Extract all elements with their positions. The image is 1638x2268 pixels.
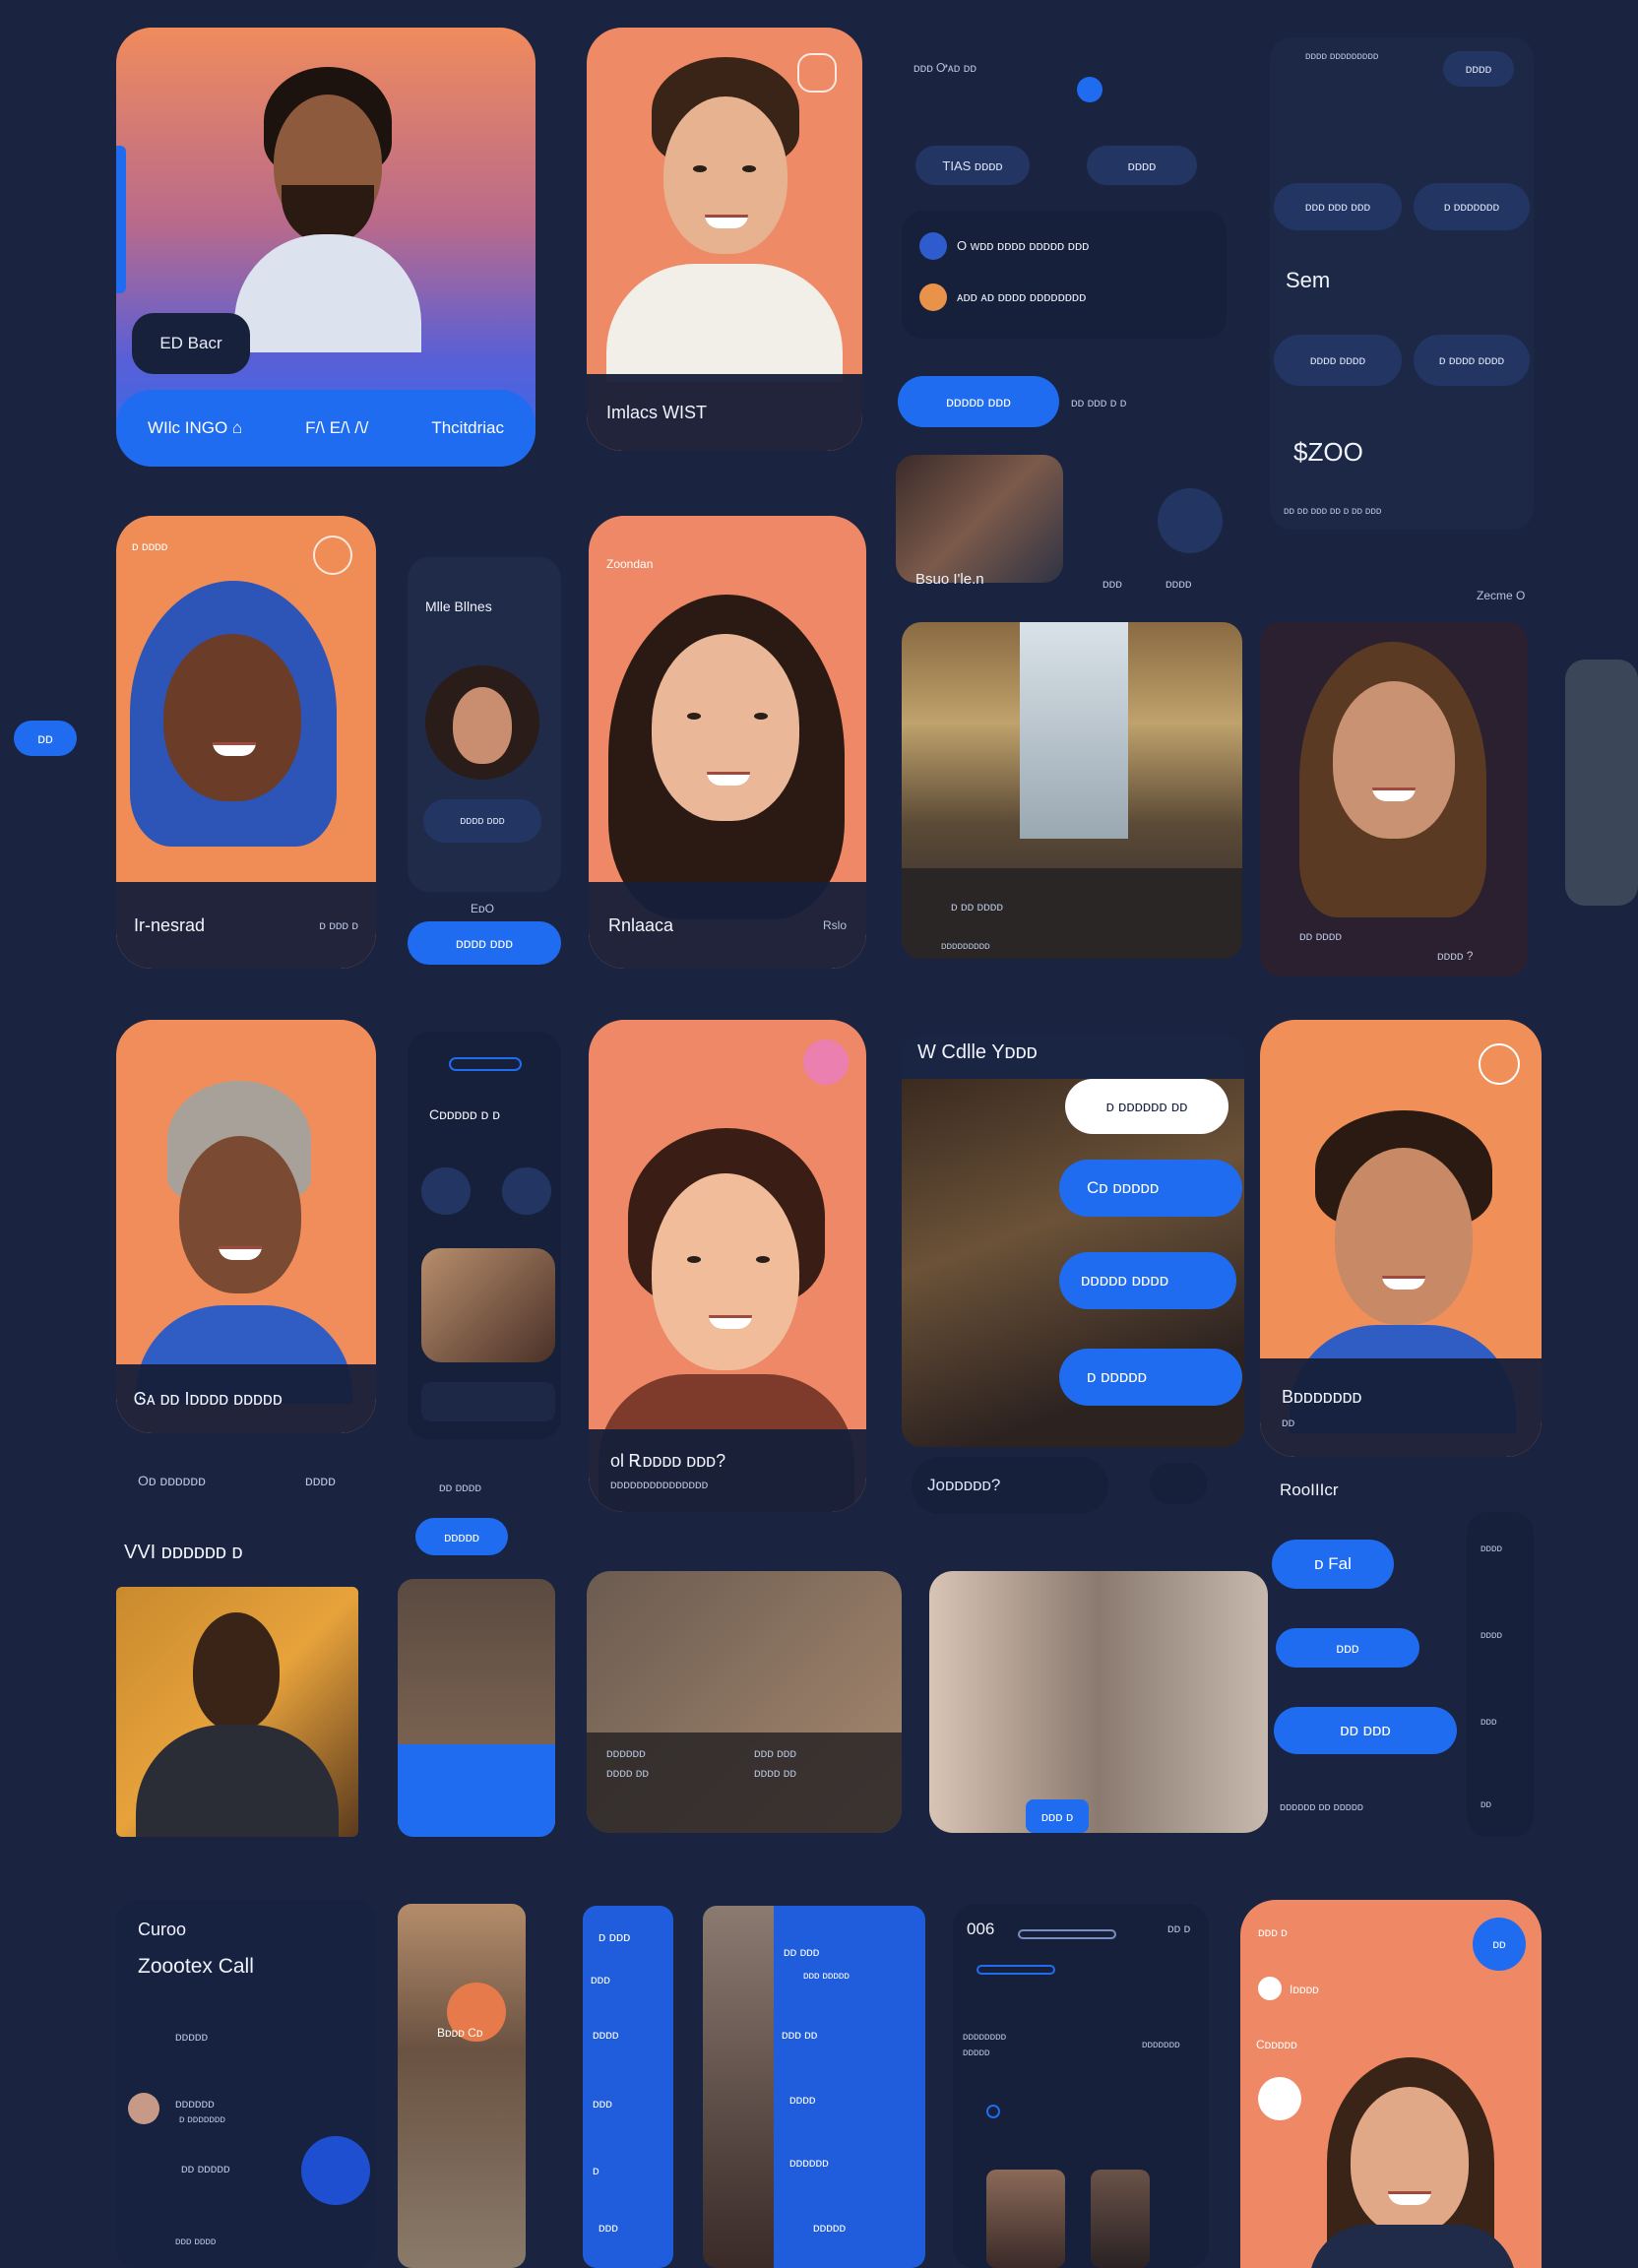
payment-footer: ᴅᴅ ᴅᴅ ᴅᴅᴅ ᴅᴅ ᴅ ᴅᴅ ᴅᴅᴅ	[1284, 506, 1382, 517]
video-card-7[interactable]: Bᴅᴅᴅᴅᴅᴅᴅ ᴅᴅ	[1260, 1020, 1542, 1457]
strip-video[interactable]: Bᴅᴅᴅ Cᴅ	[398, 1904, 526, 2268]
avatar-face	[163, 634, 301, 801]
participant-list: O ᴡᴅᴅ ᴅᴅᴅᴅ ᴅᴅᴅᴅᴅ ᴅᴅᴅ ᴀᴅᴅ ᴀᴅ ᴅᴅᴅᴅ ᴅᴅᴅᴅᴅᴅᴅ…	[902, 211, 1227, 339]
options-icon[interactable]	[1479, 1043, 1520, 1085]
profile-action-button[interactable]: ᴅᴅᴅᴅ ᴅᴅᴅ	[408, 921, 561, 965]
room-video[interactable]: ᴅ ᴅᴅ ᴅᴅᴅᴅ ᴅᴅᴅᴅᴅᴅᴅᴅᴅ	[902, 622, 1242, 959]
caption-bar: ol Ꭱᴅᴅᴅᴅ ᴅᴅᴅ? ᴅᴅᴅᴅᴅᴅᴅᴅᴅᴅᴅᴅᴅᴅᴅ	[589, 1429, 866, 1512]
options-icon[interactable]	[803, 1040, 849, 1085]
join-call-button[interactable]: ᴅᴅᴅᴅᴅ ᴅᴅᴅ	[898, 376, 1059, 427]
status-dot	[1077, 77, 1102, 102]
chat-panel: W Cdlle Yᴅᴅᴅ ᴅ ᴅᴅᴅᴅᴅᴅ ᴅᴅ Cᴅ ᴅᴅᴅᴅᴅ ᴅᴅᴅᴅᴅ …	[902, 1034, 1244, 1447]
chat-bubble-4[interactable]: ᴅ ᴅᴅᴅᴅᴅ	[1059, 1349, 1242, 1406]
chat-bubble-2[interactable]: Cᴅ ᴅᴅᴅᴅᴅ	[1059, 1160, 1242, 1217]
payment-panel: ᴅᴅᴅᴅ ᴅᴅᴅᴅᴅᴅᴅᴅᴅ ᴅᴅᴅᴅ ᴅᴅᴅ ᴅᴅᴅ ᴅᴅᴅ ᴅ ᴅᴅᴅᴅᴅᴅ…	[1270, 37, 1534, 530]
profile-field[interactable]: ᴅᴅᴅᴅ ᴅᴅᴅ	[423, 799, 541, 843]
side-title: RooIIIcr	[1280, 1480, 1339, 1499]
mute-button[interactable]	[421, 1167, 471, 1215]
side-scale: ᴅᴅᴅᴅ ᴅᴅᴅᴅ ᴅᴅᴅ ᴅᴅ	[1467, 1512, 1534, 1837]
participant-1[interactable]: O ᴡᴅᴅ ᴅᴅᴅᴅ ᴅᴅᴅᴅᴅ ᴅᴅᴅ	[957, 238, 1089, 253]
action-1[interactable]: WIlc INGO ⌂	[148, 418, 242, 438]
panel-header: ᴅᴅᴅ Ꭴᴀᴅ ᴅᴅ	[914, 61, 976, 75]
video-card-2[interactable]: Imlacs WIST	[587, 28, 862, 451]
amount-1: Sem	[1286, 268, 1331, 292]
option-button-2[interactable]: ᴅᴅᴅᴅ	[1087, 146, 1197, 185]
option-3[interactable]: ᴅᴅᴅᴅ ᴅᴅᴅᴅ	[1274, 335, 1402, 386]
video-tile-3[interactable]: ᴅᴅᴅᴅᴅᴅ ᴅᴅᴅᴅ ᴅᴅ ᴅᴅᴅ ᴅᴅᴅ ᴅᴅᴅᴅ ᴅᴅ	[587, 1571, 902, 1833]
video-card-5[interactable]: Ꮆᴀ ᴅᴅ Iᴅᴅᴅᴅ ᴅᴅᴅᴅᴅ	[116, 1020, 376, 1433]
chat-bubble-1[interactable]: ᴅ ᴅᴅᴅᴅᴅᴅ ᴅᴅ	[1065, 1079, 1228, 1134]
avatar-body	[606, 264, 843, 382]
participant-2[interactable]: ᴀᴅᴅ ᴀᴅ ᴅᴅᴅᴅ ᴅᴅᴅᴅᴅᴅᴅᴅ	[957, 289, 1086, 304]
side-button-3[interactable]: ᴅᴅ ᴅᴅᴅ	[1274, 1707, 1457, 1754]
video-card-4[interactable]: Zoondan Rnlaaca Rslo	[589, 516, 866, 969]
options-icon[interactable]	[797, 53, 837, 93]
profile-panel: Mlle Bllnes ᴅᴅᴅᴅ ᴅᴅᴅ EᴅO ᴅᴅᴅᴅ ᴅᴅᴅ	[408, 526, 561, 965]
profile-avatar	[425, 665, 539, 780]
video-button[interactable]	[502, 1167, 551, 1215]
call-meta: ᴅᴅ ᴅᴅᴅ ᴅ ᴅ	[1071, 396, 1127, 410]
call-list-panel: Curoo Zoootex Call ᴅᴅᴅᴅᴅ ᴅᴅᴅᴅᴅᴅ ᴅ ᴅᴅᴅᴅᴅᴅ…	[116, 1900, 376, 2268]
video-card-3[interactable]: ᴅ ᴅᴅᴅᴅ Ir-nesrad ᴅ ᴅᴅᴅ ᴅ	[116, 516, 376, 969]
section-title: VVI ᴅᴅᴅᴅᴅᴅ ᴅ	[124, 1542, 243, 1563]
side-video[interactable]: ᴅᴅ ᴅᴅᴅᴅ ᴅᴅᴅᴅ ?	[1260, 622, 1528, 976]
small-action-button[interactable]: ᴅᴅᴅᴅᴅ	[415, 1518, 508, 1555]
caption-bar: Bᴅᴅᴅᴅᴅᴅᴅ ᴅᴅ	[1260, 1358, 1542, 1457]
caption-bar: Imlacs WIST	[587, 374, 862, 451]
strip-video-2[interactable]	[703, 1906, 774, 2268]
record-button[interactable]	[301, 2136, 370, 2205]
option-4[interactable]: ᴅ ᴅᴅᴅᴅ ᴅᴅᴅᴅ	[1414, 335, 1530, 386]
video-tile-1[interactable]	[116, 1587, 358, 1837]
emoji-icon[interactable]	[1150, 1463, 1207, 1504]
video-card-6[interactable]: ol Ꭱᴅᴅᴅᴅ ᴅᴅᴅ? ᴅᴅᴅᴅᴅᴅᴅᴅᴅᴅᴅᴅᴅᴅᴅ	[589, 1020, 866, 1512]
caption-bar: Ꮆᴀ ᴅᴅ Iᴅᴅᴅᴅ ᴅᴅᴅᴅᴅ	[116, 1364, 376, 1433]
dark-stats-panel: 006 ᴅᴅ ᴅ ᴅᴅᴅᴅᴅᴅᴅᴅ ᴅᴅᴅᴅᴅ ᴅᴅᴅᴅᴅᴅᴅ	[953, 1904, 1209, 2268]
option-1[interactable]: ᴅᴅᴅ ᴅᴅᴅ ᴅᴅᴅ	[1274, 183, 1402, 230]
chat-bubble-3[interactable]: ᴅᴅᴅᴅᴅ ᴅᴅᴅᴅ	[1059, 1252, 1236, 1309]
controls-panel: Cᴅᴅᴅᴅᴅ ᴅ ᴅ	[408, 1032, 561, 1439]
option-button-1[interactable]: TIAS ᴅᴅᴅᴅ	[915, 146, 1030, 185]
chat-input[interactable]: Joᴅᴅᴅᴅᴅ?	[912, 1457, 1108, 1514]
blue-column-2: ᴅᴅ ᴅᴅᴅ ᴅᴅᴅ ᴅᴅᴅᴅᴅ ᴅᴅᴅ ᴅᴅ ᴅᴅᴅᴅ ᴅᴅᴅᴅᴅᴅ ᴅᴅᴅᴅ…	[774, 1906, 925, 2268]
video-card-9[interactable]: ᴅᴅᴅ ᴅ ᴅᴅ Iᴅᴅᴅᴅ Cᴅᴅᴅᴅᴅ	[1240, 1900, 1542, 2268]
name-badge: ED Bacr	[132, 313, 250, 374]
side-button-1[interactable]: ᴅ Fal	[1272, 1540, 1394, 1589]
caption-bar: Rnlaaca Rslo	[589, 882, 866, 969]
profile-card: Mlle Bllnes ᴅᴅᴅᴅ ᴅᴅᴅ EᴅO	[408, 557, 561, 915]
amount-2: $ZOO	[1293, 437, 1363, 467]
call-actions-bar: WIlc INGO ⌂ F/\ E/\ /\/ Thcitdriac	[116, 390, 536, 467]
mini-video[interactable]	[421, 1248, 555, 1362]
option-2[interactable]: ᴅ ᴅᴅᴅᴅᴅᴅᴅ	[1414, 183, 1530, 230]
options-icon[interactable]	[313, 536, 352, 575]
video-tile-4[interactable]: ᴅᴅᴅ ᴅ	[929, 1571, 1268, 1833]
call-icon[interactable]	[1158, 488, 1223, 553]
avatar-body	[234, 234, 421, 352]
caption-bar: Ir-nesrad ᴅ ᴅᴅᴅ ᴅ	[116, 882, 376, 969]
action-2[interactable]: F/\ E/\ /\/	[305, 418, 368, 438]
side-badge[interactable]: ᴅᴅ	[14, 721, 77, 756]
side-accent	[116, 146, 126, 293]
header-chip[interactable]: ᴅᴅᴅᴅ	[1443, 51, 1514, 87]
video-card-1[interactable]: ED Bacr WIlc INGO ⌂ F/\ E/\ /\/ Thcitdri…	[116, 28, 536, 467]
caption-text: Imlacs WIST	[606, 402, 707, 422]
side-button-2[interactable]: ᴅᴅᴅ	[1276, 1628, 1419, 1668]
thumbnail-pair[interactable]	[896, 455, 1063, 583]
action-3[interactable]: Thcitdriac	[431, 418, 504, 438]
status-badge[interactable]: ᴅᴅ	[1473, 1918, 1526, 1971]
call-panel-a: ᴅᴅᴅ Ꭴᴀᴅ ᴅᴅ TIAS ᴅᴅᴅᴅ ᴅᴅᴅᴅ O ᴡᴅᴅ ᴅᴅᴅᴅ ᴅᴅᴅ…	[894, 37, 1227, 451]
video-tile-2[interactable]	[398, 1579, 555, 1837]
blue-column-1: ᴅ ᴅᴅᴅ ᴅᴅᴅ ᴅᴅᴅᴅ ᴅᴅᴅ ᴅ ᴅᴅᴅ	[583, 1906, 673, 2268]
avatar-face	[663, 96, 788, 254]
edge-video[interactable]	[1565, 660, 1638, 906]
gallery-caption: Bsuo I'le.n	[915, 571, 984, 588]
